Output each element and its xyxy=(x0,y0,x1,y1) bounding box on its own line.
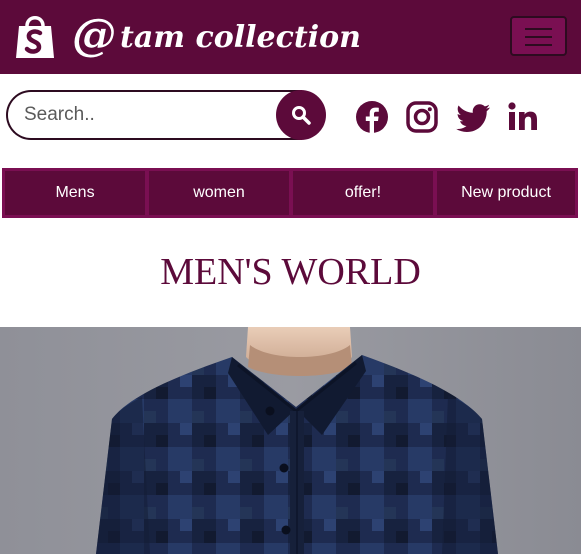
nav-item-women[interactable]: women xyxy=(149,171,289,215)
nav-item-mens[interactable]: Mens xyxy=(5,171,145,215)
instagram-link[interactable] xyxy=(405,100,439,134)
facebook-icon xyxy=(356,101,388,133)
twitter-icon xyxy=(456,104,490,132)
hamburger-line xyxy=(525,36,552,38)
hamburger-menu-button[interactable] xyxy=(510,16,567,56)
search-button[interactable] xyxy=(276,90,326,140)
hero-image-mens-shirt[interactable] xyxy=(0,327,581,554)
page-title: MEN'S WORLD xyxy=(160,251,421,293)
shopping-bag-icon[interactable] xyxy=(13,12,57,60)
brand-text: tam collection xyxy=(120,20,361,55)
linkedin-icon xyxy=(508,102,537,130)
linkedin-link[interactable] xyxy=(506,100,540,134)
hamburger-line xyxy=(525,28,552,30)
brand-name[interactable]: @ tam collection xyxy=(72,10,361,62)
brand-at-sign: @ xyxy=(72,10,116,61)
facebook-link[interactable] xyxy=(355,100,389,134)
search-icon xyxy=(292,106,311,125)
mens-shirt-illustration xyxy=(0,327,581,554)
category-nav: Mens women offer! New product xyxy=(2,168,578,218)
top-header: @ tam collection xyxy=(0,0,581,74)
search-input[interactable] xyxy=(6,90,302,140)
instagram-icon xyxy=(406,101,438,133)
search-bar xyxy=(6,90,326,140)
hamburger-line xyxy=(525,44,552,46)
nav-item-offer[interactable]: offer! xyxy=(293,171,433,215)
nav-item-new-product[interactable]: New product xyxy=(437,171,575,215)
twitter-link[interactable] xyxy=(456,100,490,134)
